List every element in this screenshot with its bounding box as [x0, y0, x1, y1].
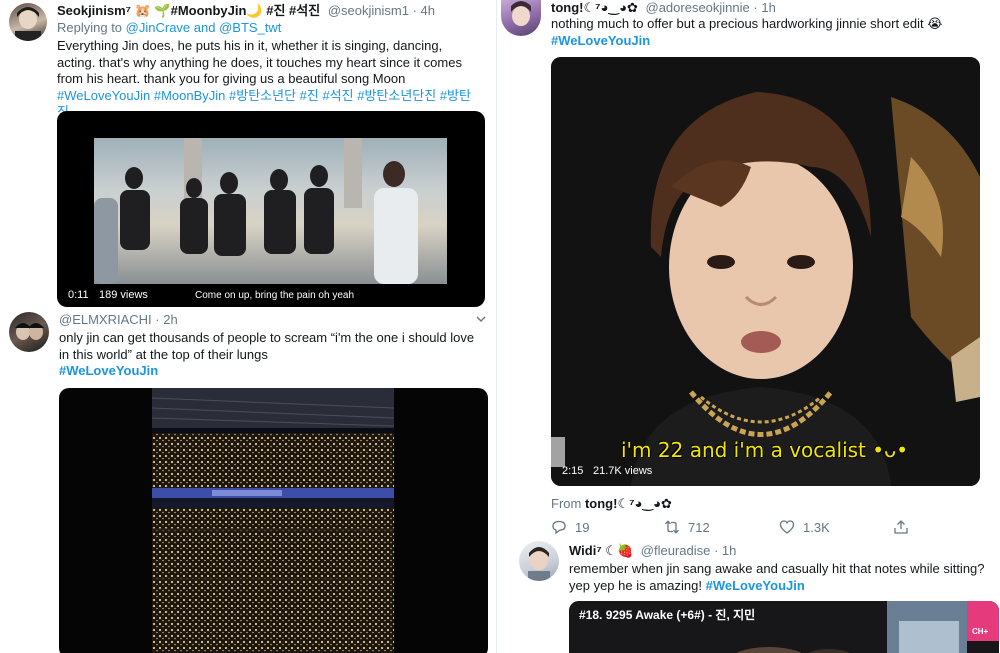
share-button[interactable] [893, 519, 909, 535]
tweet-header: @ELMXRIACHI · 2h [59, 312, 178, 328]
video-frame [94, 138, 447, 284]
author-name[interactable]: tong!☾⁷◕‿◕✿ [551, 0, 638, 15]
video-time: 0:11 [68, 289, 89, 301]
reply-button[interactable]: 19 [551, 519, 589, 535]
separator-dot: · [713, 543, 722, 558]
avatar[interactable] [9, 312, 49, 352]
tweet-header: tong!☾⁷◕‿◕✿ @adoreseokjinnie · 1h [551, 0, 776, 16]
avatar[interactable] [519, 541, 559, 581]
video-title: #18. 9295 Awake (+6#) - 진, 지민 [579, 608, 756, 622]
tweet-text: nothing much to offer but a precious har… [551, 16, 991, 49]
share-icon [894, 520, 908, 534]
tweet-text: remember when jin sang awake and casuall… [569, 561, 999, 594]
author-name[interactable]: Seokjinism⁷ 🐹 🌱#MoonbyJin🌙 #진 #석진 [57, 3, 320, 18]
tweet-body: nothing much to offer but a precious har… [551, 16, 943, 31]
video-time: 2:15 [562, 465, 584, 477]
tweet-time[interactable]: 4h [421, 3, 435, 18]
retweet-icon [665, 520, 679, 534]
like-button[interactable]: 1.3K [779, 519, 830, 535]
like-count: 1.3K [803, 519, 830, 535]
chevron-down-icon[interactable] [476, 314, 486, 324]
tweet-hashtag[interactable]: #WeLoveYouJin [59, 363, 158, 378]
author-handle[interactable]: @adoreseokjinnie [646, 0, 750, 15]
from-author[interactable]: tong!☾⁷◕‿◕✿ [585, 496, 672, 511]
author-handle[interactable]: @seokjinism1 [328, 3, 409, 18]
channel-logo: CH+ [972, 627, 989, 636]
video-views: 21.7K views [593, 465, 653, 477]
tweet-hashtag[interactable]: #WeLoveYouJin [706, 578, 805, 593]
replying-to: Replying to @JinCrave and @BTS_twt [57, 20, 281, 36]
avatar[interactable] [501, 0, 541, 36]
tweet-time[interactable]: 1h [722, 543, 736, 558]
avatar[interactable] [9, 3, 47, 41]
video-frame [551, 57, 980, 486]
replying-to-users[interactable]: @JinCrave and @BTS_twt [126, 20, 282, 35]
tweet-body: Everything Jin does, he puts his in it, … [57, 38, 462, 86]
heart-icon [779, 520, 795, 534]
tweet-time[interactable]: 1h [761, 0, 775, 15]
from-label: From [551, 496, 582, 511]
video-frame [151, 388, 395, 653]
video-caption: i'm 22 and i'm a vocalist •ᴗ• [621, 438, 909, 462]
reply-icon [552, 520, 566, 535]
video-subtitle: Come on up, bring the pain oh yeah [195, 290, 354, 301]
video-views: 189 views [99, 289, 148, 301]
tweet-text: only jin can get thousands of people to … [59, 330, 484, 380]
author-name[interactable]: Widi⁷ ☾🍓 [569, 543, 633, 558]
video-player[interactable]: #18. 9295 Awake (+6#) - 진, 지민 CH+ [569, 601, 999, 653]
tweet-text: Everything Jin does, he puts his in it, … [57, 38, 482, 121]
tweet-header: Widi⁷ ☾🍓 @fleuradise · 1h [569, 543, 736, 559]
retweet-count: 712 [688, 519, 710, 535]
author-handle[interactable]: @ELMXRIACHI [59, 312, 152, 327]
column-divider [496, 0, 497, 653]
reply-count: 19 [575, 519, 590, 535]
author-handle[interactable]: @fleuradise [641, 543, 711, 558]
video-player[interactable]: i'm 22 and i'm a vocalist •ᴗ• 2:15 21.7K… [551, 57, 980, 486]
video-player[interactable]: 0:11 189 views Come on up, bring the pai… [57, 111, 485, 307]
separator-dot: · [412, 3, 421, 18]
tweet-header: Seokjinism⁷ 🐹 🌱#MoonbyJin🌙 #진 #석진 @seokj… [57, 3, 435, 19]
retweet-button[interactable]: 712 [664, 519, 710, 535]
tweet-time[interactable]: 2h [163, 312, 177, 327]
tweet-hashtag[interactable]: #WeLoveYouJin [551, 33, 650, 48]
replying-prefix: Replying to [57, 20, 123, 35]
from-source: From tong!☾⁷◕‿◕✿ [551, 496, 672, 512]
tweet-body: only jin can get thousands of people to … [59, 330, 475, 362]
video-player[interactable] [59, 388, 488, 653]
